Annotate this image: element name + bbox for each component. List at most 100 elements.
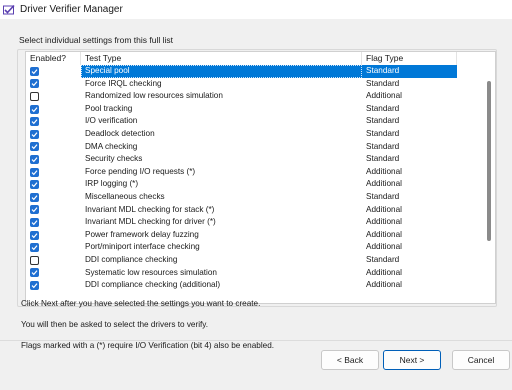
flag-type-cell: Standard (366, 116, 400, 126)
check-icon (31, 131, 38, 138)
table-row[interactable]: DDI compliance checking (additional) Addi… (26, 279, 495, 292)
test-type-cell: Pool tracking (85, 103, 133, 113)
check-icon (31, 207, 38, 213)
list-body: Special pool Standard Force IRQL checking S… (26, 65, 495, 292)
table-row[interactable]: Pool tracking Standard (26, 103, 495, 116)
table-row[interactable]: Force IRQL checking Standard (26, 78, 495, 91)
checkbox-checked[interactable] (30, 142, 39, 152)
enabled-cell (26, 279, 81, 292)
checkbox-unchecked[interactable] (30, 91, 39, 101)
table-row[interactable]: Invariant MDL checking for driver (*) Add… (26, 216, 495, 229)
table-row[interactable]: Systematic low resources simulation Addit… (26, 267, 495, 280)
check-icon (31, 232, 38, 238)
cancel-button[interactable]: Cancel (452, 350, 510, 370)
enabled-cell (26, 216, 81, 229)
table-row[interactable]: Port/miniport interface checking Addition… (26, 241, 495, 254)
table-row[interactable]: Miscellaneous checks Standard (26, 191, 495, 204)
table-row[interactable]: DDI compliance checking Standard (26, 254, 495, 267)
column-header-test-type[interactable]: Test Type (81, 52, 362, 65)
test-type-cell: Power framework delay fuzzing (85, 229, 199, 239)
test-type-cell: DDI compliance checking (additional) (85, 280, 221, 290)
enabled-cell (26, 166, 81, 179)
vertical-scrollbar[interactable] (487, 81, 491, 241)
window-title: Driver Verifier Manager (20, 4, 123, 15)
checkbox-checked[interactable] (30, 205, 39, 215)
flag-type-cell: Standard (366, 78, 400, 88)
checkbox-checked[interactable] (30, 192, 39, 202)
checkbox-checked[interactable] (30, 180, 39, 190)
enabled-cell (26, 229, 81, 242)
checkbox-checked[interactable] (30, 117, 39, 127)
enabled-cell (26, 65, 81, 78)
button-bar-separator (0, 340, 512, 341)
check-icon (31, 157, 38, 163)
table-row[interactable]: Force pending I/O requests (*) Additional (26, 166, 495, 179)
column-header-enabled[interactable]: Enabled? (26, 52, 81, 65)
enabled-cell (26, 153, 81, 166)
checkbox-checked[interactable] (30, 79, 39, 89)
instruction-next: Click Next after you have selected the s… (21, 299, 261, 308)
flag-type-cell: Additional (366, 217, 402, 227)
table-row[interactable]: Security checks Standard (26, 153, 495, 166)
check-icon (31, 106, 38, 112)
column-header-flag-type[interactable]: Flag Type (362, 52, 457, 65)
check-icon (31, 144, 38, 150)
checkbox-checked[interactable] (30, 154, 39, 164)
checkbox-checked[interactable] (30, 104, 39, 114)
flag-type-cell: Additional (366, 91, 402, 101)
test-type-cell: Security checks (85, 154, 143, 164)
table-row[interactable]: I/O verification Standard (26, 115, 495, 128)
test-type-cell: Force pending I/O requests (*) (85, 166, 196, 176)
table-row[interactable]: DMA checking Standard (26, 141, 495, 154)
flag-type-cell: Additional (366, 242, 402, 252)
check-icon (31, 81, 38, 87)
flag-type-cell: Additional (366, 179, 402, 189)
enabled-cell (26, 241, 81, 254)
checkbox-checked[interactable] (30, 217, 39, 227)
check-icon (31, 182, 38, 188)
table-row[interactable]: IRP logging (*) Additional (26, 178, 495, 191)
table-row[interactable]: Deadlock detection Standard (26, 128, 495, 141)
enabled-cell (26, 78, 81, 91)
flag-type-cell: Standard (366, 141, 400, 151)
table-row[interactable]: Randomized low resources simulation Addit… (26, 90, 495, 103)
check-icon (31, 194, 38, 201)
checkbox-checked[interactable] (30, 230, 39, 240)
test-type-cell: I/O verification (85, 116, 138, 126)
checkbox-checked[interactable] (30, 268, 39, 278)
enabled-cell (26, 267, 81, 280)
settings-group-label: Select individual settings from this ful… (19, 35, 174, 45)
checkbox-checked[interactable] (30, 243, 39, 253)
checkbox-checked[interactable] (30, 129, 39, 139)
enabled-cell (26, 191, 81, 204)
enabled-cell (26, 178, 81, 191)
enabled-cell (26, 204, 81, 217)
back-button[interactable]: < Back (321, 350, 379, 370)
flag-type-cell: Standard (366, 128, 400, 138)
check-icon (31, 270, 38, 276)
test-type-cell: Special pool (81, 65, 362, 78)
settings-list[interactable]: Enabled? Test Type Flag Type Special poo… (25, 51, 496, 304)
test-type-cell: Randomized low resources simulation (85, 91, 223, 101)
checkbox-checked[interactable] (30, 280, 39, 290)
enabled-cell (26, 115, 81, 128)
flag-type-cell: Standard (366, 154, 400, 164)
enabled-cell (26, 141, 81, 154)
checkbox-checked[interactable] (30, 66, 39, 76)
next-button[interactable]: Next > (383, 350, 441, 370)
table-row[interactable]: Power framework delay fuzzing Additional (26, 229, 495, 242)
flag-type-cell: Additional (366, 280, 402, 290)
table-row[interactable]: Special pool Standard (26, 65, 495, 78)
checkbox-checked[interactable] (30, 167, 39, 177)
list-header: Enabled? Test Type Flag Type (26, 52, 495, 65)
enabled-cell (26, 254, 81, 267)
table-row[interactable]: Invariant MDL checking for stack (*) Addi… (26, 204, 495, 217)
test-type-cell: DDI compliance checking (85, 254, 178, 264)
flag-type-cell: Standard (366, 103, 400, 113)
check-icon (31, 119, 38, 125)
checkbox-unchecked[interactable] (30, 255, 39, 265)
test-type-cell: DMA checking (85, 141, 138, 151)
flag-type-cell: Additional (366, 267, 402, 277)
flag-type-cell: Standard (366, 254, 400, 264)
test-type-cell: Miscellaneous checks (85, 191, 165, 201)
